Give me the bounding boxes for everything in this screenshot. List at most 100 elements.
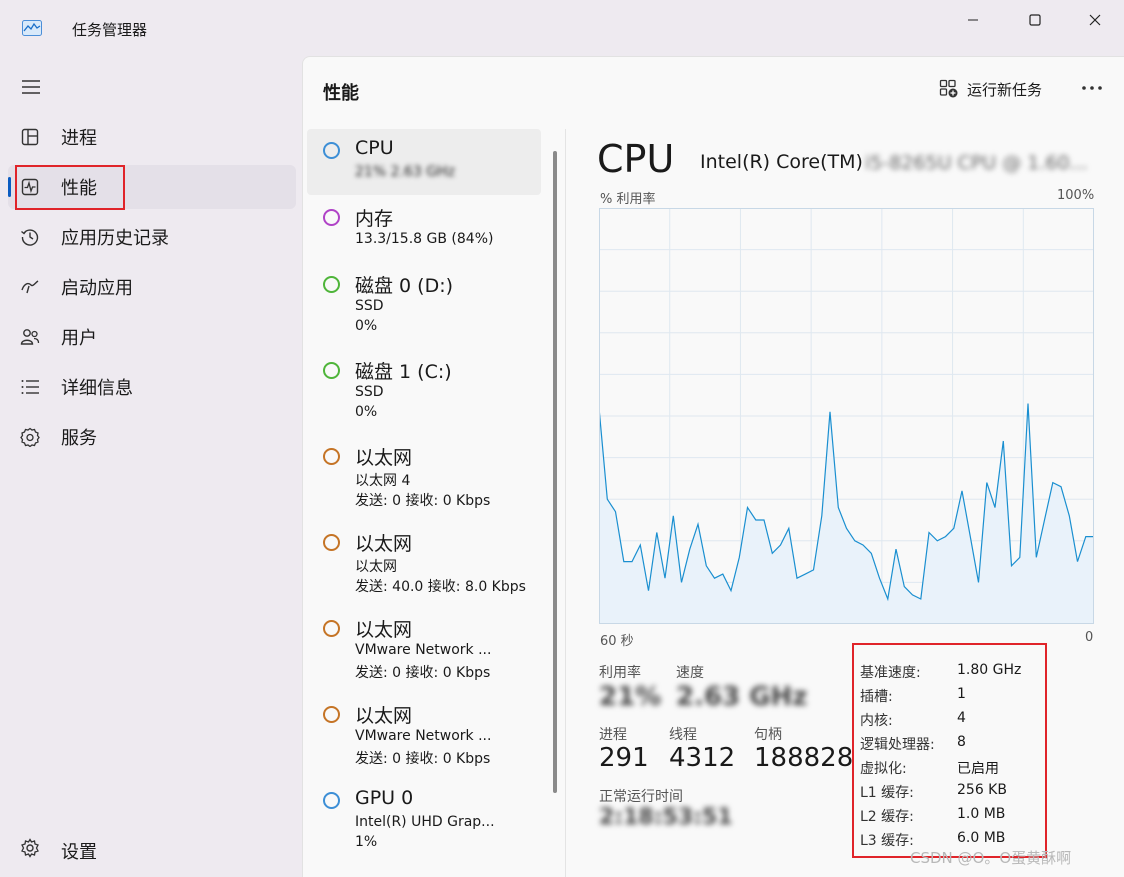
device-sub2: 1% <box>355 834 378 850</box>
threads-value: 4312 <box>669 743 736 773</box>
device-sub1: VMware Network ... <box>355 642 492 658</box>
device-item-memory[interactable]: 内存 13.3/15.8 GB (84%) <box>307 200 541 266</box>
handles-label: 句柄 <box>754 727 782 743</box>
sidebar-item-label: 服务 <box>61 428 97 449</box>
device-sub1: Intel(R) UHD Grap... <box>355 814 495 830</box>
hamburger-icon <box>22 80 40 94</box>
maximize-button[interactable] <box>1012 0 1058 40</box>
device-item-disk-0[interactable]: 磁盘 0 (D:) SSD 0% <box>307 267 541 353</box>
history-icon <box>20 227 40 247</box>
settings-label: 设置 <box>61 842 97 863</box>
startup-icon <box>20 277 40 297</box>
device-name: 磁盘 0 (D:) <box>355 275 454 297</box>
close-button[interactable] <box>1072 0 1118 40</box>
device-name: GPU 0 <box>355 787 414 809</box>
device-name: 内存 <box>355 208 394 230</box>
sidebar-item-label: 进程 <box>61 128 97 149</box>
gear-icon <box>21 838 39 858</box>
sidebar-item-services[interactable]: 服务 <box>8 415 296 459</box>
cpu-circle-icon <box>323 142 340 159</box>
device-sub1: VMware Network ... <box>355 728 492 744</box>
device-sub1: 以太网 <box>355 559 397 575</box>
sidebar-item-label: 应用历史记录 <box>61 228 169 249</box>
sidebar-item-users[interactable]: 用户 <box>8 315 296 359</box>
sidebar-item-startup[interactable]: 启动应用 <box>8 265 296 309</box>
cpu-model: Intel(R) Core(TM) <box>700 151 863 173</box>
divider <box>565 129 566 877</box>
device-item-ethernet[interactable]: 以太网 VMware Network ... 发送: 0 接收: 0 Kbps <box>307 697 541 783</box>
services-icon <box>20 427 40 447</box>
device-item-gpu[interactable]: GPU 0 Intel(R) UHD Grap... 1% <box>307 783 541 869</box>
utilization-value: 21% <box>599 682 662 712</box>
speed-value: 2.63 GHz <box>676 682 808 712</box>
page-title: 性能 <box>323 83 359 104</box>
ethernet-circle-icon <box>323 706 340 723</box>
details-icon <box>20 377 40 397</box>
gpu-circle-icon <box>323 792 340 809</box>
sidebar-item-details[interactable]: 详细信息 <box>8 365 296 409</box>
ethernet-circle-icon <box>323 534 340 551</box>
device-sub2: 0% <box>355 318 378 334</box>
page-header: 性能 运行新任务 <box>303 57 1124 121</box>
cpu-model-obscured: i5-8265U CPU @ 1.60... <box>865 152 1088 174</box>
device-item-ethernet[interactable]: 以太网 VMware Network ... 发送: 0 接收: 0 Kbps <box>307 611 541 697</box>
device-sub2: 发送: 0 接收: 0 Kbps <box>355 665 491 681</box>
device-sub2: 0% <box>355 404 378 420</box>
chart-x-end-label: 0 <box>1085 630 1094 645</box>
device-sub1: 以太网 4 <box>355 473 411 489</box>
active-indicator <box>8 177 11 197</box>
sidebar-item-label: 用户 <box>61 328 97 349</box>
device-sub1: 13.3/15.8 GB (84%) <box>355 231 494 247</box>
more-options-button[interactable] <box>1075 75 1109 101</box>
processes-label: 进程 <box>599 727 627 743</box>
device-sub1: SSD <box>355 298 384 314</box>
close-icon <box>1089 14 1101 26</box>
cpu-usage-area <box>599 403 1094 624</box>
run-new-task-label: 运行新任务 <box>967 80 1043 99</box>
processes-value: 291 <box>599 743 649 773</box>
ethernet-circle-icon <box>323 620 340 637</box>
chart-max-label: 100% <box>1057 188 1095 203</box>
device-sub2: 发送: 0 接收: 0 Kbps <box>355 751 491 767</box>
memory-circle-icon <box>323 209 340 226</box>
cpu-title: CPU <box>597 137 675 181</box>
device-item-ethernet[interactable]: 以太网 以太网 发送: 40.0 接收: 8.0 Kbps <box>307 525 541 611</box>
threads-label: 线程 <box>669 727 697 743</box>
processes-icon <box>20 127 40 147</box>
minimize-button[interactable] <box>950 0 996 40</box>
ethernet-circle-icon <box>323 448 340 465</box>
sidebar-item-processes[interactable]: 进程 <box>8 115 296 159</box>
more-icon <box>1082 86 1102 90</box>
task-manager-logo-icon <box>22 20 42 36</box>
device-name: 以太网 <box>355 705 413 727</box>
device-item-disk-1[interactable]: 磁盘 1 (C:) SSD 0% <box>307 353 541 439</box>
device-list[interactable]: CPU 21% 2.63 GHz 内存 13.3/15.8 GB (84%) 磁… <box>307 129 559 877</box>
sidebar-item-label: 详细信息 <box>61 378 133 399</box>
speed-label: 速度 <box>676 665 704 681</box>
run-new-task-button[interactable]: 运行新任务 <box>939 77 1042 101</box>
minimize-icon <box>968 19 978 21</box>
sidebar-item-app-history[interactable]: 应用历史记录 <box>8 215 296 259</box>
device-name: CPU <box>355 137 394 159</box>
device-item-cpu[interactable]: CPU 21% 2.63 GHz <box>307 129 541 195</box>
device-sub2: 发送: 40.0 接收: 8.0 Kbps <box>355 579 526 595</box>
highlight-box <box>852 643 1047 858</box>
settings-button[interactable]: 设置 <box>8 826 296 870</box>
highlight-box <box>15 165 125 210</box>
disk-circle-icon <box>323 362 340 379</box>
utilization-label: 利用率 <box>599 665 641 681</box>
new-task-icon <box>939 79 958 98</box>
cpu-utilization-chart <box>599 208 1094 624</box>
device-list-scrollbar[interactable] <box>553 151 557 793</box>
device-sub2: 发送: 0 接收: 0 Kbps <box>355 493 491 509</box>
device-name: 磁盘 1 (C:) <box>355 361 452 383</box>
device-sub1: SSD <box>355 384 384 400</box>
sidebar-item-label: 启动应用 <box>61 278 133 299</box>
device-name: 以太网 <box>355 533 413 555</box>
handles-value: 188828 <box>754 743 854 773</box>
users-icon <box>20 327 40 347</box>
device-item-ethernet[interactable]: 以太网 以太网 4 发送: 0 接收: 0 Kbps <box>307 439 541 525</box>
chart-y-label: % 利用率 <box>600 192 656 207</box>
menu-toggle-button[interactable] <box>18 76 44 98</box>
disk-circle-icon <box>323 276 340 293</box>
